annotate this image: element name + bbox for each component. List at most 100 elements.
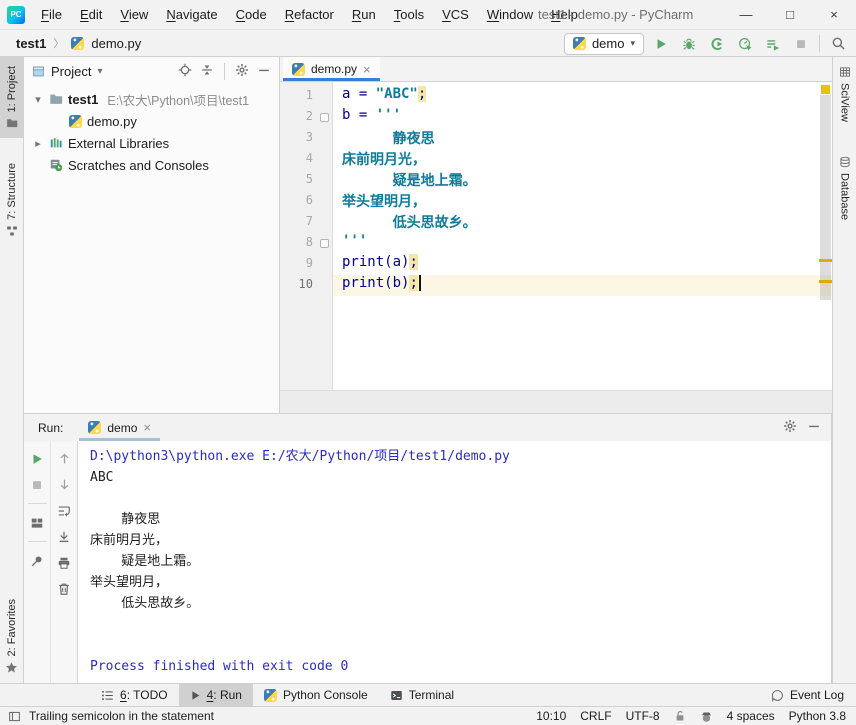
unlock-icon[interactable]: [674, 710, 686, 722]
gear-button[interactable]: [783, 419, 797, 436]
toolwindow-button-run[interactable]: 4: Run: [179, 684, 253, 706]
toolwindow-button-todo[interactable]: 6: TODO: [90, 684, 179, 706]
menu-tools[interactable]: Tools: [386, 3, 432, 26]
toolbar-divider: [224, 63, 225, 80]
line-number: 4: [306, 151, 313, 165]
encoding-widget[interactable]: UTF-8: [626, 709, 660, 723]
chevron-down-icon[interactable]: ▾: [32, 93, 44, 106]
locate-button[interactable]: [178, 63, 192, 80]
tree-item-external-libraries[interactable]: ▸External Libraries: [24, 132, 279, 154]
close-button[interactable]: ×: [812, 0, 856, 29]
menu-code[interactable]: Code: [228, 3, 275, 26]
scrollbar-thumb[interactable]: [820, 95, 831, 300]
gear-button[interactable]: [235, 63, 249, 80]
minus-button[interactable]: [807, 419, 821, 436]
minus-button[interactable]: [257, 63, 271, 80]
code-token: print(a): [342, 254, 409, 270]
run-configuration-select[interactable]: demo ▾: [564, 33, 644, 55]
gutter-cell: 6: [280, 191, 333, 212]
fold-marker[interactable]: [320, 239, 329, 248]
inspection-marker[interactable]: [821, 85, 830, 94]
editor-tab-demo-py[interactable]: demo.py ×: [283, 57, 380, 81]
editor-line[interactable]: 9print(a);: [280, 254, 832, 275]
editor-line[interactable]: 10print(b);: [280, 275, 832, 296]
toolwindow-button-2-favorites[interactable]: 2: Favorites: [0, 590, 23, 683]
run-console-output[interactable]: D:\python3\python.exe E:/农大/Python/项目/te…: [78, 441, 831, 684]
tree-item-test1[interactable]: ▾test1E:\农大\Python\项目\test1: [24, 88, 279, 110]
editor-line[interactable]: 8''': [280, 233, 832, 254]
tree-item-scratches-and-consoles[interactable]: Scratches and Consoles: [24, 154, 279, 176]
editor-line[interactable]: 1a = "ABC";: [280, 86, 832, 107]
menu-refactor[interactable]: Refactor: [277, 3, 342, 26]
printer-button[interactable]: [53, 552, 75, 573]
breadcrumb-file[interactable]: demo.py: [91, 36, 141, 51]
editor-line[interactable]: 4床前明月光，: [280, 149, 832, 170]
console-line: D:\python3\python.exe E:/农大/Python/项目/te…: [90, 446, 831, 467]
editor-line[interactable]: 5 疑是地上霜。: [280, 170, 832, 191]
debug-icon: [682, 37, 696, 51]
toolwindow-button-sciview[interactable]: SciView: [833, 57, 856, 131]
highlighting-level-icon[interactable]: [700, 710, 713, 723]
stop-button[interactable]: [26, 474, 48, 495]
search-everywhere-button[interactable]: [827, 33, 850, 55]
line-separator-widget[interactable]: CRLF: [580, 709, 611, 723]
collapse-button[interactable]: [200, 63, 214, 80]
editor-hscrollbar-area[interactable]: [280, 390, 832, 413]
code-line: b = ''': [333, 107, 832, 128]
minimize-button[interactable]: —: [724, 0, 768, 29]
menu-edit[interactable]: Edit: [72, 3, 110, 26]
maximize-button[interactable]: □: [768, 0, 812, 29]
menu-run[interactable]: Run: [344, 3, 384, 26]
breadcrumb-project[interactable]: test1: [16, 36, 46, 51]
run-tab-demo[interactable]: demo ×: [79, 414, 160, 441]
project-panel-title[interactable]: Project: [51, 64, 91, 79]
coverage-button[interactable]: [705, 33, 728, 55]
trash-button[interactable]: [53, 578, 75, 599]
stop-button[interactable]: [789, 33, 812, 55]
menu-window[interactable]: Window: [479, 3, 541, 26]
tree-item-demo-py[interactable]: demo.py: [24, 110, 279, 132]
editor-line[interactable]: 7 低头思故乡。: [280, 212, 832, 233]
menu-navigate[interactable]: Navigate: [158, 3, 225, 26]
profiler-button[interactable]: [733, 33, 756, 55]
toolwindow-button-terminal[interactable]: Terminal: [379, 684, 465, 706]
event-log-button[interactable]: Event Log: [771, 684, 844, 706]
softwrap-button[interactable]: [53, 500, 75, 521]
menu-file[interactable]: File: [33, 3, 70, 26]
play-button[interactable]: [26, 448, 48, 469]
menu-view[interactable]: View: [112, 3, 156, 26]
runlist-button[interactable]: [761, 33, 784, 55]
warning-stripe-mark[interactable]: [819, 280, 832, 283]
close-icon[interactable]: ×: [363, 63, 371, 76]
scratches-icon: [49, 158, 63, 172]
editor-line[interactable]: 3 静夜思: [280, 128, 832, 149]
warning-stripe-mark[interactable]: [819, 259, 832, 262]
toolwindow-button-python-console[interactable]: Python Console: [253, 684, 379, 706]
play-button[interactable]: [649, 33, 672, 55]
layout-button[interactable]: [26, 512, 48, 533]
down-button[interactable]: [53, 474, 75, 495]
fold-marker[interactable]: [320, 113, 329, 122]
scrollend-button[interactable]: [53, 526, 75, 547]
editor-line[interactable]: 2b = ''': [280, 107, 832, 128]
editor-line[interactable]: 6举头望明月，: [280, 191, 832, 212]
pin-button[interactable]: [26, 550, 48, 571]
toolwindow-toggle-icon[interactable]: [8, 710, 21, 723]
chevron-right-icon[interactable]: ▸: [32, 137, 44, 150]
toolwindow-button-1-project[interactable]: 1: Project: [0, 57, 23, 138]
python-file-icon: [69, 115, 82, 128]
up-button[interactable]: [53, 448, 75, 469]
caret-position-widget[interactable]: 10:10: [536, 709, 566, 723]
debug-button[interactable]: [677, 33, 700, 55]
toolwindow-button-database[interactable]: Database: [833, 147, 856, 229]
close-icon[interactable]: ×: [143, 421, 151, 434]
line-number: 6: [306, 193, 313, 207]
console-line: ABC: [90, 467, 831, 488]
editor-scrollbar[interactable]: [819, 82, 832, 390]
menu-vcs[interactable]: VCS: [434, 3, 477, 26]
editor-canvas[interactable]: 1a = "ABC";2b = '''3 静夜思4床前明月光，5 疑是地上霜。6…: [280, 82, 832, 390]
toolwindow-button-7-structure[interactable]: 7: Structure: [0, 154, 23, 246]
stop-icon: [30, 478, 44, 492]
interpreter-widget[interactable]: Python 3.8: [789, 709, 846, 723]
indent-widget[interactable]: 4 spaces: [727, 709, 775, 723]
